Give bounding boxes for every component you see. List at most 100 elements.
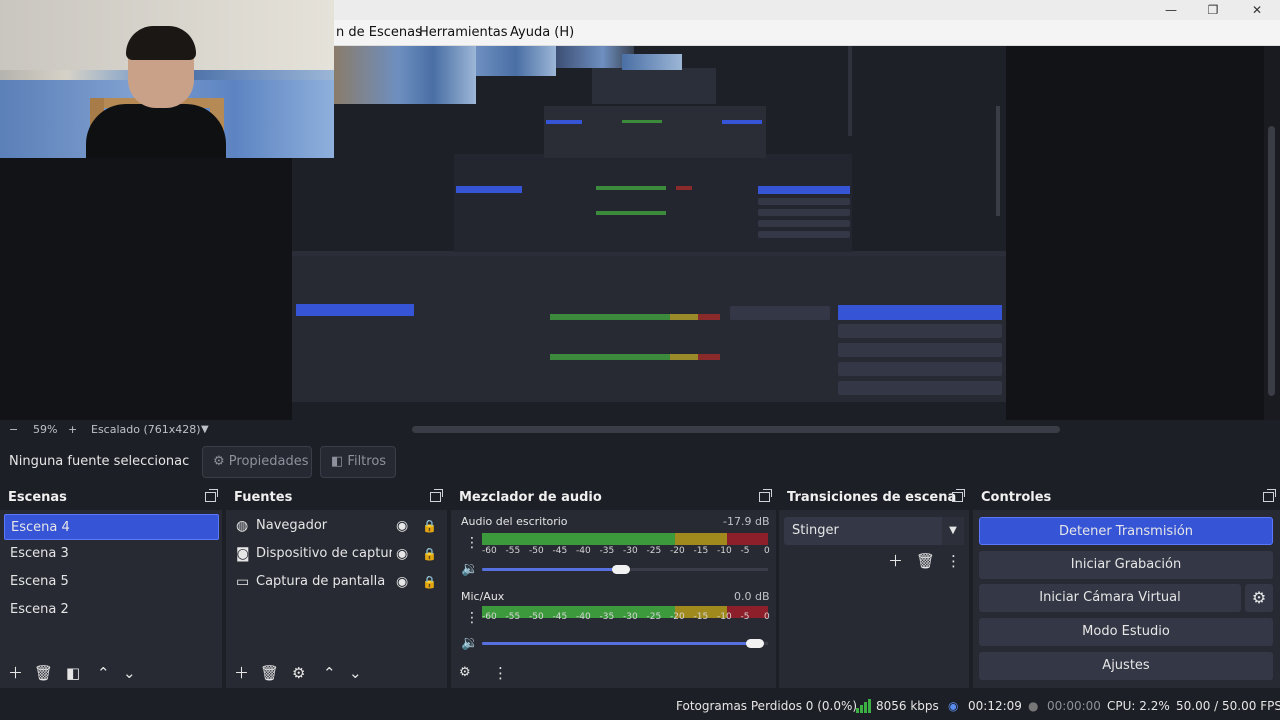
eye-icon[interactable]: ◉ bbox=[396, 513, 408, 539]
speaker-icon[interactable]: 🔉 bbox=[461, 635, 478, 651]
add-icon[interactable]: ＋ bbox=[234, 664, 249, 682]
undock-icon[interactable] bbox=[205, 489, 218, 502]
meter-tick-label: -40 bbox=[576, 546, 591, 556]
record-icon: ● bbox=[1028, 699, 1039, 713]
meter-tick-label: -25 bbox=[646, 612, 662, 622]
advanced-audio-icon[interactable]: ⚙ bbox=[459, 664, 471, 682]
cpu-usage: CPU: 2.2% bbox=[1107, 699, 1170, 713]
menu-help[interactable]: Ayuda (H) bbox=[510, 20, 574, 46]
meter-tick-label: -45 bbox=[552, 546, 568, 556]
preview-vertical-scrollbar[interactable] bbox=[1264, 46, 1280, 420]
meter-tick-label: -10 bbox=[717, 546, 732, 556]
eye-icon[interactable]: ◉ bbox=[396, 569, 408, 595]
meter-tick-label: -5 bbox=[740, 612, 750, 622]
minimize-button[interactable]: — bbox=[1150, 0, 1192, 20]
restore-button[interactable]: ❐ bbox=[1192, 0, 1234, 20]
channel-menu-icon[interactable]: ⋮ bbox=[465, 536, 479, 550]
more-options-icon[interactable]: ⋮ bbox=[946, 552, 961, 570]
meter-tick-label: -60 bbox=[482, 612, 497, 622]
source-item[interactable]: ◙ Dispositivo de captura d ◉ 🔒 bbox=[232, 541, 446, 567]
sources-title: Fuentes bbox=[226, 486, 447, 510]
meter-tick-label: -60 bbox=[482, 546, 497, 556]
add-icon[interactable]: ＋ bbox=[8, 664, 23, 682]
preview-canvas[interactable] bbox=[292, 46, 1006, 420]
source-item[interactable]: ◍ Navegador ◉ 🔒 bbox=[232, 513, 446, 539]
preview-horizontal-scrollbar[interactable] bbox=[412, 426, 1060, 433]
add-icon[interactable]: ＋ bbox=[888, 552, 903, 570]
gear-icon[interactable]: ⚙ bbox=[292, 664, 305, 682]
chevron-down-icon: ▼ bbox=[942, 517, 964, 545]
start-virtual-camera-button[interactable]: Iniciar Cámara Virtual bbox=[979, 584, 1241, 612]
bitrate: 8056 kbps bbox=[876, 699, 939, 713]
volume-slider-knob[interactable] bbox=[746, 639, 764, 648]
meter-tick-label: 0 bbox=[764, 612, 770, 622]
stream-time: 00:12:09 bbox=[968, 699, 1022, 713]
scale-label: Escalado (761x428) bbox=[91, 423, 201, 436]
scene-item[interactable]: Escena 3 bbox=[4, 541, 219, 567]
zoom-out-button[interactable]: − bbox=[9, 423, 18, 436]
meter-tick-label: -5 bbox=[740, 546, 750, 556]
menu-scene-collection[interactable]: n de Escenas bbox=[336, 20, 422, 46]
move-up-icon[interactable]: ⌃ bbox=[97, 664, 110, 682]
filter-icon: ◧ bbox=[331, 454, 348, 469]
close-button[interactable]: ✕ bbox=[1236, 0, 1278, 20]
lock-icon[interactable]: 🔒 bbox=[422, 541, 437, 567]
volume-slider-knob[interactable] bbox=[612, 565, 630, 574]
menu-bar: n de Escenas Herramientas Ayuda (H) bbox=[334, 20, 1280, 46]
webcam-overlay bbox=[0, 0, 334, 158]
sources-dock: Fuentes ◍ Navegador ◉ 🔒 ◙ Dispositivo de… bbox=[226, 486, 447, 688]
stop-stream-button[interactable]: Detener Transmisión bbox=[979, 517, 1273, 545]
meter-tick-label: -30 bbox=[623, 546, 638, 556]
source-toolbar: Ninguna fuente seleccionac ⚙ Propiedades… bbox=[0, 442, 1280, 482]
trash-icon[interactable]: 🗑 bbox=[916, 552, 935, 570]
undock-icon[interactable] bbox=[952, 489, 965, 502]
filters-button[interactable]: ◧ Filtros bbox=[320, 446, 396, 478]
move-up-icon[interactable]: ⌃ bbox=[323, 664, 336, 682]
scrollbar-thumb[interactable] bbox=[1268, 126, 1275, 396]
undock-icon[interactable] bbox=[759, 489, 772, 502]
settings-button[interactable]: Ajustes bbox=[979, 652, 1273, 680]
meter-tick-label: -45 bbox=[552, 612, 568, 622]
volume-meter bbox=[482, 533, 768, 545]
start-recording-button[interactable]: Iniciar Grabación bbox=[979, 551, 1273, 579]
status-bar: Fotogramas Perdidos 0 (0.0%) 8056 kbps ◉… bbox=[0, 692, 1280, 720]
more-options-icon[interactable]: ⋮ bbox=[493, 664, 508, 682]
lock-icon[interactable]: 🔒 bbox=[422, 513, 437, 539]
speaker-icon[interactable]: 🔉 bbox=[461, 561, 478, 577]
meter-tick-label: -35 bbox=[599, 546, 615, 556]
volume-slider-fill bbox=[482, 642, 750, 645]
move-down-icon[interactable]: ⌄ bbox=[349, 664, 362, 682]
dropped-frames: Fotogramas Perdidos 0 (0.0%) bbox=[676, 699, 858, 713]
move-down-icon[interactable]: ⌄ bbox=[123, 664, 136, 682]
lock-icon[interactable]: 🔒 bbox=[422, 569, 437, 595]
meter-tick-label: -20 bbox=[670, 612, 685, 622]
meter-tick-label: -35 bbox=[599, 612, 615, 622]
undock-icon[interactable] bbox=[430, 489, 443, 502]
scale-dropdown-icon[interactable]: ▼ bbox=[201, 424, 209, 435]
eye-icon[interactable]: ◉ bbox=[396, 541, 408, 567]
meter-tick-label: 0 bbox=[764, 546, 770, 556]
zoom-in-button[interactable]: + bbox=[68, 423, 77, 436]
controls-title: Controles bbox=[973, 486, 1280, 510]
transition-select[interactable]: Stinger ▼ bbox=[784, 517, 964, 545]
filter-icon[interactable]: ◧ bbox=[66, 664, 80, 682]
source-item[interactable]: ▭ Captura de pantalla ◉ 🔒 bbox=[232, 569, 446, 595]
properties-button[interactable]: ⚙ Propiedades bbox=[202, 446, 312, 478]
scene-item[interactable]: Escena 5 bbox=[4, 569, 219, 595]
scene-item[interactable]: Escena 4 bbox=[4, 514, 219, 540]
meter-ticks: -60 -55 -50 -45 -40 -35 -30 -25 -20 -15 -10 -5 0 bbox=[482, 546, 772, 558]
scene-item[interactable]: Escena 2 bbox=[4, 597, 219, 623]
channel-menu-icon[interactable]: ⋮ bbox=[465, 611, 479, 625]
virtual-camera-settings-icon[interactable]: ⚙ bbox=[1245, 584, 1273, 612]
channel-name: Mic/Aux bbox=[461, 590, 505, 603]
transition-selected: Stinger bbox=[792, 523, 839, 538]
undock-icon[interactable] bbox=[1263, 489, 1276, 502]
trash-icon[interactable]: 🗑 bbox=[260, 664, 279, 682]
trash-icon[interactable]: 🗑 bbox=[34, 664, 53, 682]
menu-tools[interactable]: Herramientas bbox=[419, 20, 508, 46]
properties-label: Propiedades bbox=[228, 454, 309, 469]
no-source-label: Ninguna fuente seleccionac bbox=[9, 454, 190, 469]
monitor-icon: ▭ bbox=[236, 574, 250, 590]
studio-mode-button[interactable]: Modo Estudio bbox=[979, 618, 1273, 646]
meter-tick-label: -25 bbox=[646, 546, 662, 556]
